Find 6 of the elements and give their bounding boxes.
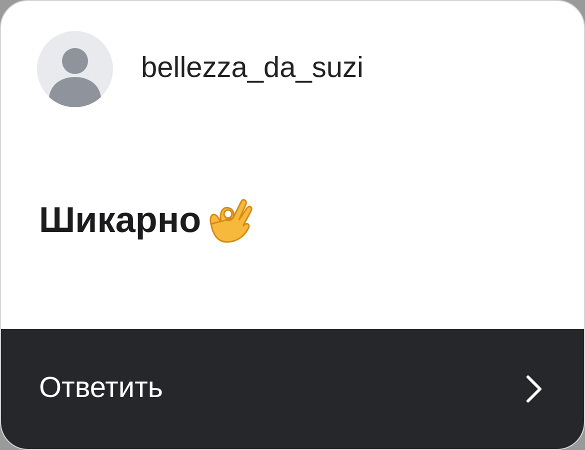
username: bellezza_da_suzi — [141, 51, 364, 86]
avatar-icon — [37, 31, 113, 107]
reply-label: Ответить — [39, 371, 163, 406]
chevron-right-icon — [526, 375, 542, 403]
comment-text: Шикарно — [39, 198, 202, 242]
reply-bar[interactable]: Ответить — [1, 329, 584, 449]
